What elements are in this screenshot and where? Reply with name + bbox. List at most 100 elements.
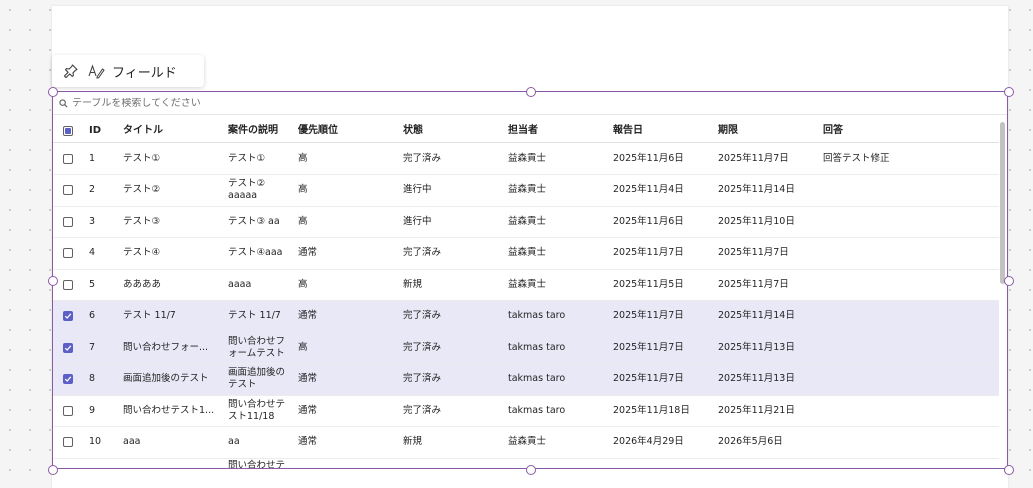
- edit-pen-icon: [86, 59, 106, 83]
- resize-handle-top-left[interactable]: [48, 87, 58, 97]
- resize-handle-bottom-right[interactable]: [1004, 465, 1014, 475]
- cell-status: 新規: [403, 278, 423, 290]
- cell-due-date: 2025年11月7日: [718, 247, 789, 258]
- cell-due-date: 2025年11月13日: [718, 373, 795, 384]
- column-header-priority[interactable]: 優先順位: [298, 120, 338, 142]
- table-row[interactable]: 7 問い合わせフォー... 問い合わせフ ォームテスト 高 完了済み takmas taro…: [53, 332, 999, 364]
- cell-priority: 高: [298, 152, 308, 164]
- description-line: テスト③ aa: [228, 215, 280, 227]
- cell-title: 問い合わせフォー...: [123, 341, 209, 353]
- row-checkbox[interactable]: [63, 374, 73, 384]
- cell-owner: 益森貢士: [508, 278, 547, 290]
- cell-title: ああああ: [123, 278, 162, 290]
- resize-handle-bottom-left[interactable]: [48, 465, 58, 475]
- cell-title: aaa: [123, 436, 141, 447]
- row-checkbox[interactable]: [63, 279, 73, 290]
- row-checkbox[interactable]: [63, 153, 73, 164]
- cell-reported-date: 2025年11月7日: [613, 373, 684, 384]
- resize-handle-bottom[interactable]: [526, 465, 536, 475]
- column-header-answer[interactable]: 回答: [823, 120, 843, 142]
- cell-priority: 高: [298, 278, 308, 290]
- cell-description: aaaa: [228, 269, 251, 300]
- pin-button[interactable]: [60, 59, 82, 83]
- checkmark-icon: [64, 376, 72, 382]
- resize-handle-top[interactable]: [526, 87, 536, 97]
- cell-status: 進行中: [403, 184, 432, 195]
- resize-handle-left[interactable]: [48, 276, 58, 286]
- row-checkbox[interactable]: [63, 311, 73, 321]
- row-checkbox[interactable]: [63, 437, 73, 447]
- cell-title: テスト 11/7: [123, 310, 176, 321]
- cell-description: テスト 11/7: [228, 301, 281, 332]
- fields-label: フィールド: [112, 65, 177, 81]
- cell-id: 4: [89, 247, 96, 258]
- cell-priority: 高: [298, 341, 308, 353]
- cell-due-date: 2025年11月7日: [718, 278, 789, 290]
- cell-reported-date: 2025年11月7日: [613, 310, 684, 321]
- cell-description: aa: [228, 427, 240, 458]
- cell-owner: takmas taro: [508, 373, 566, 384]
- table-row[interactable]: 8 画面追加後のテスト 画面追加後の テスト 通常 完了済み takmas taro 2025…: [53, 363, 999, 396]
- table-row[interactable]: 5 ああああ aaaa 高 新規 益森貢士 2025年11月5日 2025年11月7日: [53, 269, 999, 301]
- select-all-checkbox[interactable]: [63, 126, 73, 136]
- cell-owner: 益森貢士: [508, 184, 547, 195]
- row-checkbox[interactable]: [63, 185, 73, 195]
- cell-id: 2: [89, 184, 96, 195]
- column-header-reported-date[interactable]: 報告日: [613, 120, 643, 142]
- column-header-title[interactable]: タイトル: [123, 120, 163, 142]
- column-header-description[interactable]: 案件の説明: [228, 120, 278, 142]
- cell-reported-date: 2025年11月5日: [613, 278, 684, 290]
- table-row[interactable]: 10 aaa aa 通常 新規 益森貢士 2026年4月29日 2026年5月6日: [53, 427, 999, 459]
- row-checkbox[interactable]: [63, 216, 73, 227]
- fields-button[interactable]: フィールド: [86, 59, 183, 83]
- table-row[interactable]: 4 テスト④ テスト④aaa 通常 完了済み 益森貢士 2025年11月7日 2025年11月…: [53, 238, 999, 270]
- table-row[interactable]: 3 テスト③ テスト③ aa 高 進行中 益森貢士 2025年11月6日 2025年11月10…: [53, 206, 999, 238]
- cell-description: 問い合わせフ ォームテスト: [228, 332, 285, 363]
- description-line: テスト②: [228, 178, 266, 189]
- cell-owner: 益森貢士: [508, 215, 547, 227]
- table-toolbar: フィールド: [52, 55, 204, 87]
- cell-id: 3: [89, 215, 96, 227]
- cell-status: 完了済み: [403, 341, 442, 353]
- search-input[interactable]: [72, 97, 472, 109]
- cell-description: 問い合わせテ: [228, 460, 286, 468]
- cell-title: テスト②: [123, 184, 161, 195]
- cell-due-date: 2025年11月13日: [718, 341, 795, 353]
- cell-status: 進行中: [403, 215, 432, 227]
- cell-id: 10: [89, 436, 102, 447]
- cell-id: 1: [89, 152, 96, 164]
- cell-priority: 通常: [298, 247, 318, 258]
- cell-title: テスト①: [123, 152, 161, 164]
- resize-handle-top-right[interactable]: [1004, 87, 1014, 97]
- row-checkbox[interactable]: [63, 248, 73, 258]
- column-header-due-date[interactable]: 期限: [718, 120, 738, 142]
- row-checkbox[interactable]: [63, 342, 73, 353]
- cell-due-date: 2025年11月21日: [718, 404, 795, 416]
- description-line: ォームテスト: [228, 347, 285, 359]
- column-header-id[interactable]: ID: [89, 120, 101, 142]
- scrollbar-thumb[interactable]: [1000, 122, 1005, 284]
- cell-reported-date: 2026年4月29日: [613, 436, 684, 447]
- row-checkbox[interactable]: [63, 405, 73, 416]
- cell-priority: 通常: [298, 436, 318, 447]
- cell-id: 7: [89, 341, 96, 353]
- data-table: ID タイトル 案件の説明 優先順位 状態 担当者 報告日 期限 回答 1 テスト…: [53, 92, 1007, 468]
- description-line: テスト 11/7: [228, 310, 281, 321]
- table-row[interactable]: 9 問い合わせテスト1... 問い合わせテ スト11/18 通常 完了済み takmas t…: [53, 395, 999, 427]
- vertical-scrollbar[interactable]: [999, 120, 1007, 468]
- resize-handle-right[interactable]: [1004, 276, 1014, 286]
- cell-priority: 高: [298, 184, 308, 195]
- cell-reported-date: 2025年11月7日: [613, 341, 684, 353]
- cell-due-date: 2025年11月10日: [718, 215, 795, 227]
- cell-owner: takmas taro: [508, 341, 566, 353]
- description-line: 問い合わせフ: [228, 335, 286, 347]
- description-line: aaaaa: [228, 190, 258, 201]
- table-row[interactable]: 6 テスト 11/7 テスト 11/7 通常 完了済み takmas taro 2025年1…: [53, 300, 999, 333]
- cell-priority: 通常: [298, 310, 318, 321]
- cell-id: 8: [89, 373, 96, 384]
- column-header-owner[interactable]: 担当者: [508, 120, 538, 142]
- column-header-status[interactable]: 状態: [403, 120, 423, 142]
- table-row[interactable]: 1 テスト① テスト① 高 完了済み 益森貢士 2025年11月6日 2025年11月7日 回答…: [53, 143, 999, 175]
- description-line: 問い合わせテ: [228, 398, 286, 410]
- table-row[interactable]: 2 テスト② テスト② aaaaa 高進行中 益森貢士 2025年11月4日 2025年11月…: [53, 175, 999, 207]
